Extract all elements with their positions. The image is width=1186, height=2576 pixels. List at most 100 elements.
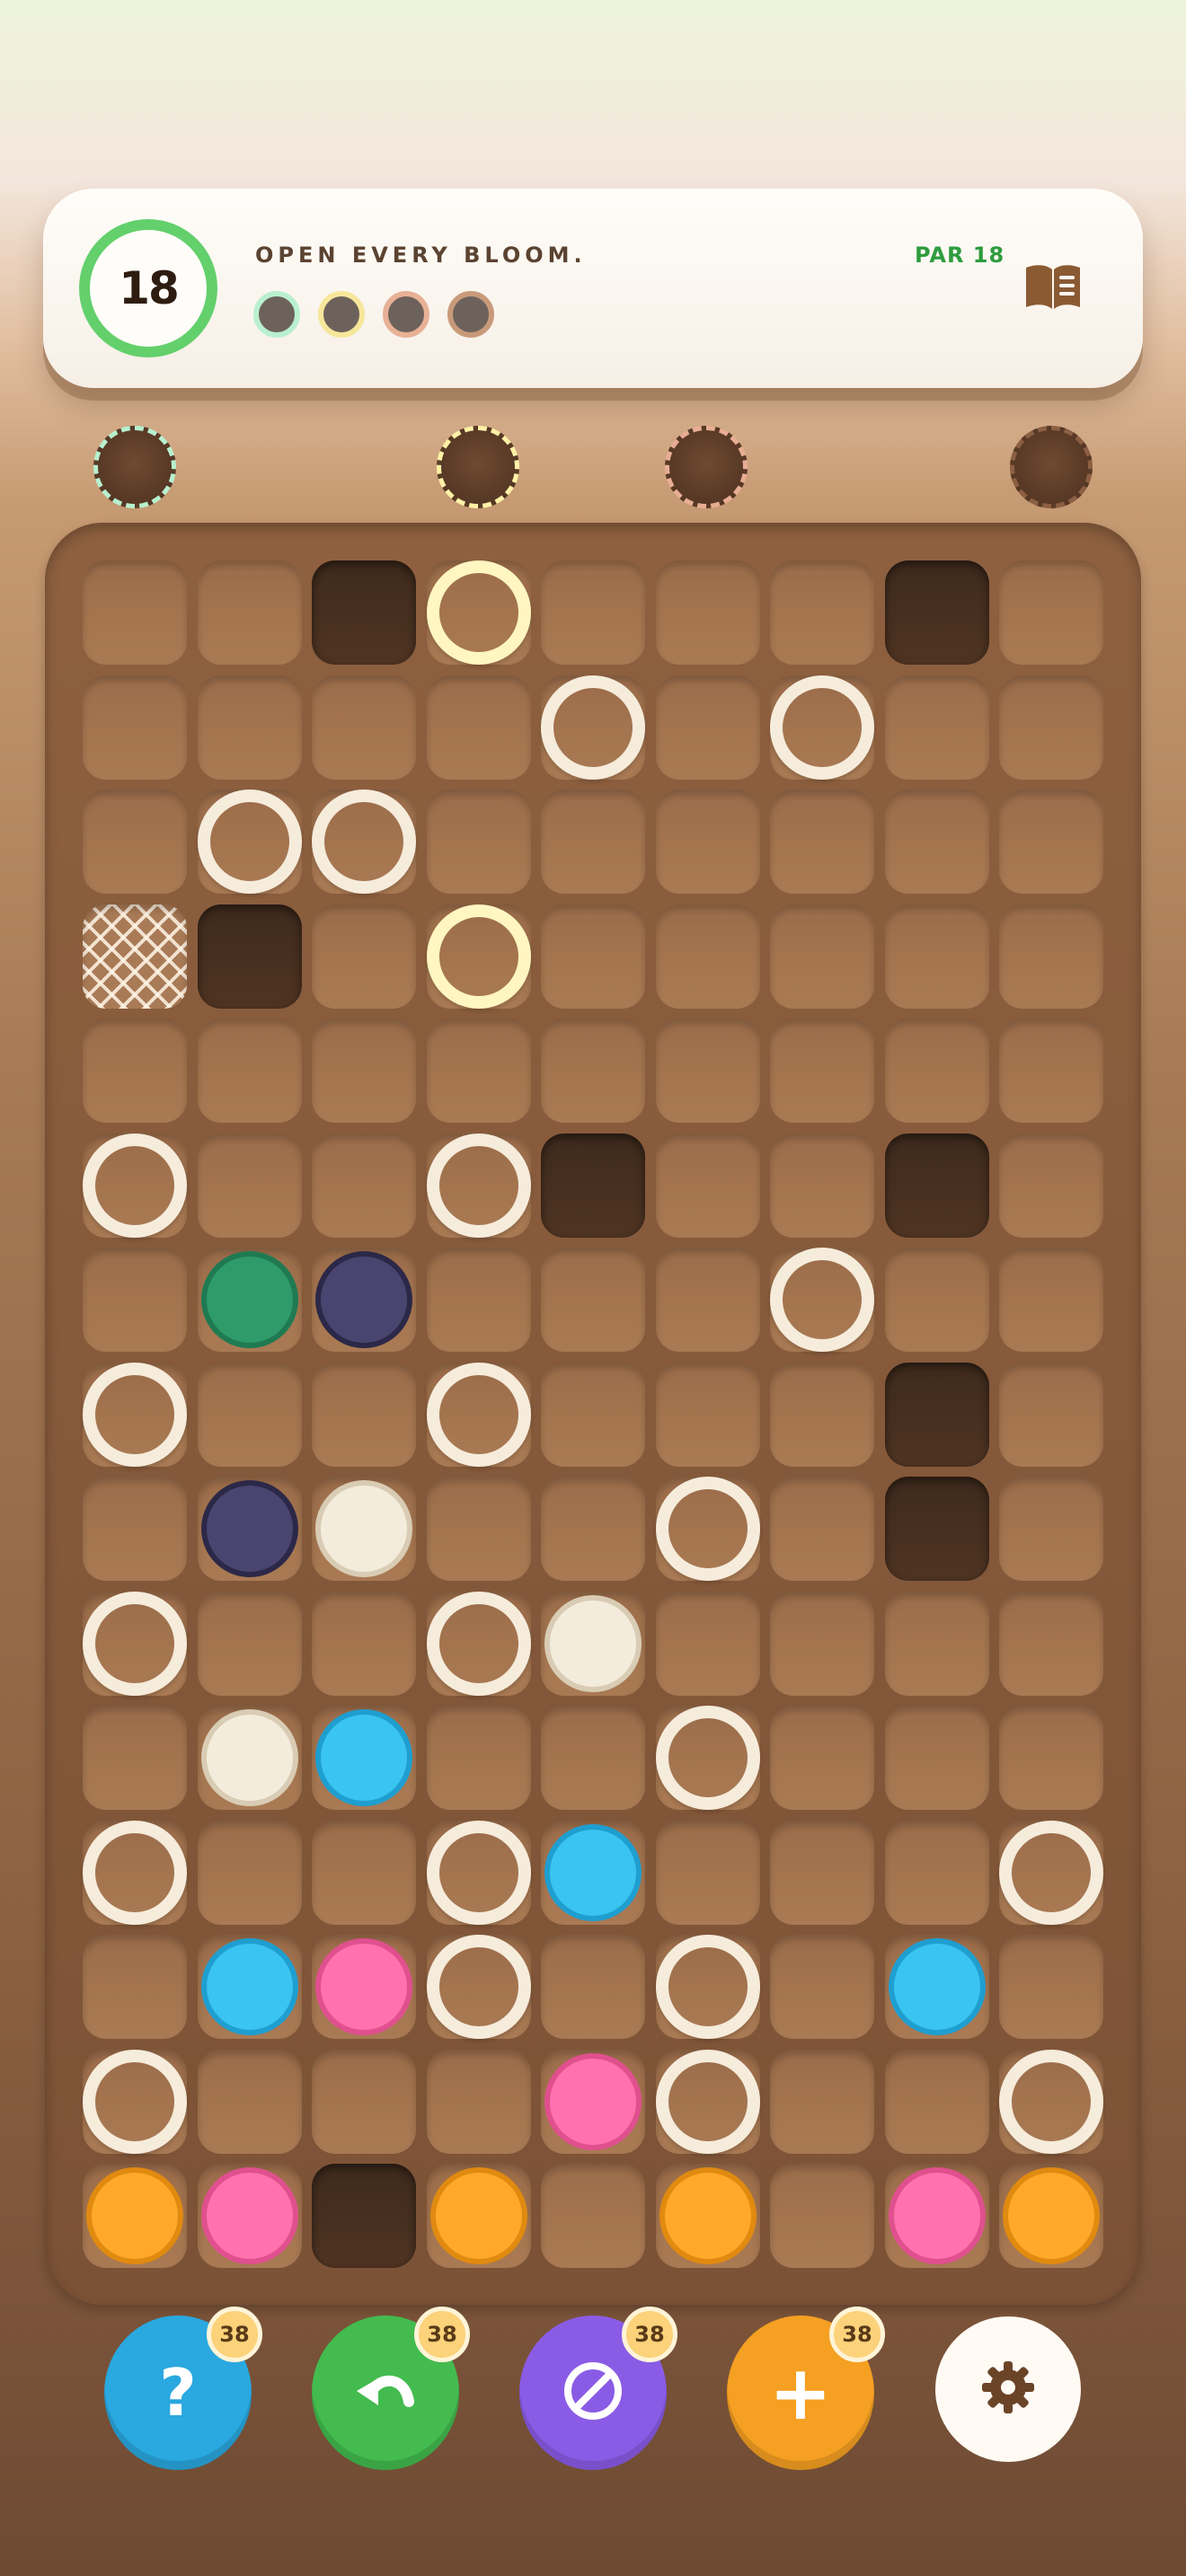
- board-cell[interactable]: [655, 2164, 760, 2268]
- bud-ring[interactable]: [83, 1362, 187, 1467]
- board-cell[interactable]: [197, 675, 302, 780]
- orange-bloom[interactable]: [659, 2167, 757, 2264]
- seed-slot-brown[interactable]: [1010, 426, 1093, 508]
- seed-slot-peach[interactable]: [665, 426, 748, 508]
- bud-ring[interactable]: [197, 790, 302, 894]
- gold-bud-ring[interactable]: [426, 904, 531, 1009]
- board-cell[interactable]: [655, 2049, 760, 2154]
- board-cell[interactable]: [83, 1591, 187, 1696]
- settings-button[interactable]: [935, 2316, 1081, 2462]
- board-cell[interactable]: [426, 1706, 531, 1810]
- pink-bloom[interactable]: [315, 1938, 412, 2035]
- bud-ring[interactable]: [83, 1133, 187, 1238]
- board-cell[interactable]: [999, 790, 1103, 894]
- blue-bloom[interactable]: [315, 1709, 412, 1806]
- add-button[interactable]: + 38: [727, 2307, 885, 2470]
- board-cell[interactable]: [83, 1706, 187, 1810]
- board-cell[interactable]: [884, 1019, 989, 1123]
- board-cell[interactable]: [312, 1591, 416, 1696]
- board-cell[interactable]: [426, 2049, 531, 2154]
- board-cell[interactable]: [999, 2049, 1103, 2154]
- navy-bloom[interactable]: [200, 1480, 298, 1577]
- board-cell[interactable]: [884, 790, 989, 894]
- board-cell[interactable]: [999, 1477, 1103, 1581]
- board-cell[interactable]: [541, 1706, 645, 1810]
- board-cell[interactable]: [197, 1935, 302, 2039]
- board-cell[interactable]: [197, 1591, 302, 1696]
- net-cell[interactable]: [83, 904, 187, 1009]
- board-cell[interactable]: [312, 1019, 416, 1123]
- board-cell[interactable]: [426, 675, 531, 780]
- board-cell[interactable]: [999, 675, 1103, 780]
- board-cell[interactable]: [884, 675, 989, 780]
- board-cell[interactable]: [541, 2049, 645, 2154]
- board-cell[interactable]: [312, 1820, 416, 1925]
- board-cell[interactable]: [655, 1591, 760, 1696]
- board-cell[interactable]: [197, 1248, 302, 1352]
- board-cell[interactable]: [541, 1019, 645, 1123]
- board-cell[interactable]: [426, 1935, 531, 2039]
- bud-ring[interactable]: [426, 1935, 531, 2039]
- board-cell[interactable]: [884, 1935, 989, 2039]
- board-cell[interactable]: [884, 1248, 989, 1352]
- board-cell[interactable]: [770, 560, 874, 665]
- board-cell[interactable]: [770, 1362, 874, 1467]
- board-cell[interactable]: [770, 1248, 874, 1352]
- board-cell[interactable]: [655, 1133, 760, 1238]
- board-cell[interactable]: [999, 1706, 1103, 1810]
- board-cell[interactable]: [312, 2049, 416, 2154]
- board-cell[interactable]: [426, 1820, 531, 1925]
- board-cell[interactable]: [655, 1019, 760, 1123]
- board-cell[interactable]: [83, 675, 187, 780]
- board-cell[interactable]: [999, 904, 1103, 1009]
- board-cell[interactable]: [197, 560, 302, 665]
- board-cell[interactable]: [655, 1362, 760, 1467]
- board-cell[interactable]: [426, 560, 531, 665]
- bud-ring[interactable]: [999, 2049, 1103, 2154]
- board-cell[interactable]: [770, 1820, 874, 1925]
- board-cell[interactable]: [770, 790, 874, 894]
- board-cell[interactable]: [999, 1935, 1103, 2039]
- board-cell[interactable]: [999, 1019, 1103, 1123]
- board-cell[interactable]: [312, 904, 416, 1009]
- bud-ring[interactable]: [655, 1477, 760, 1581]
- board-cell[interactable]: [655, 1706, 760, 1810]
- board-cell[interactable]: [83, 1248, 187, 1352]
- board-cell[interactable]: [655, 904, 760, 1009]
- board-cell[interactable]: [655, 1248, 760, 1352]
- board-cell[interactable]: [541, 560, 645, 665]
- cream-bloom[interactable]: [544, 1594, 642, 1692]
- board-cell[interactable]: [655, 1820, 760, 1925]
- board-cell[interactable]: [884, 2049, 989, 2154]
- bud-ring[interactable]: [655, 1935, 760, 2039]
- board-cell[interactable]: [770, 1477, 874, 1581]
- board-cell[interactable]: [197, 1820, 302, 1925]
- board-cell[interactable]: [999, 1362, 1103, 1467]
- board-cell[interactable]: [197, 790, 302, 894]
- bud-ring[interactable]: [541, 675, 645, 780]
- board-cell[interactable]: [426, 1248, 531, 1352]
- board-cell[interactable]: [312, 1477, 416, 1581]
- green-bloom[interactable]: [200, 1251, 298, 1348]
- bud-ring[interactable]: [426, 1133, 531, 1238]
- bud-ring[interactable]: [83, 1820, 187, 1925]
- orange-bloom[interactable]: [1003, 2167, 1100, 2264]
- board-cell[interactable]: [541, 2164, 645, 2268]
- board-cell[interactable]: [541, 790, 645, 894]
- board-cell[interactable]: [426, 1362, 531, 1467]
- board-cell[interactable]: [312, 790, 416, 894]
- bud-ring[interactable]: [312, 790, 416, 894]
- board-cell[interactable]: [197, 1706, 302, 1810]
- pink-bloom[interactable]: [888, 2167, 986, 2264]
- board-cell[interactable]: [83, 560, 187, 665]
- board-cell[interactable]: [541, 904, 645, 1009]
- board-cell[interactable]: [541, 1820, 645, 1925]
- board-cell[interactable]: [426, 790, 531, 894]
- seed-slot-yellow[interactable]: [437, 426, 519, 508]
- board-cell[interactable]: [197, 1362, 302, 1467]
- cream-bloom[interactable]: [315, 1480, 412, 1577]
- board-cell[interactable]: [770, 1019, 874, 1123]
- board-cell[interactable]: [770, 904, 874, 1009]
- orange-bloom[interactable]: [429, 2167, 527, 2264]
- board-cell[interactable]: [655, 790, 760, 894]
